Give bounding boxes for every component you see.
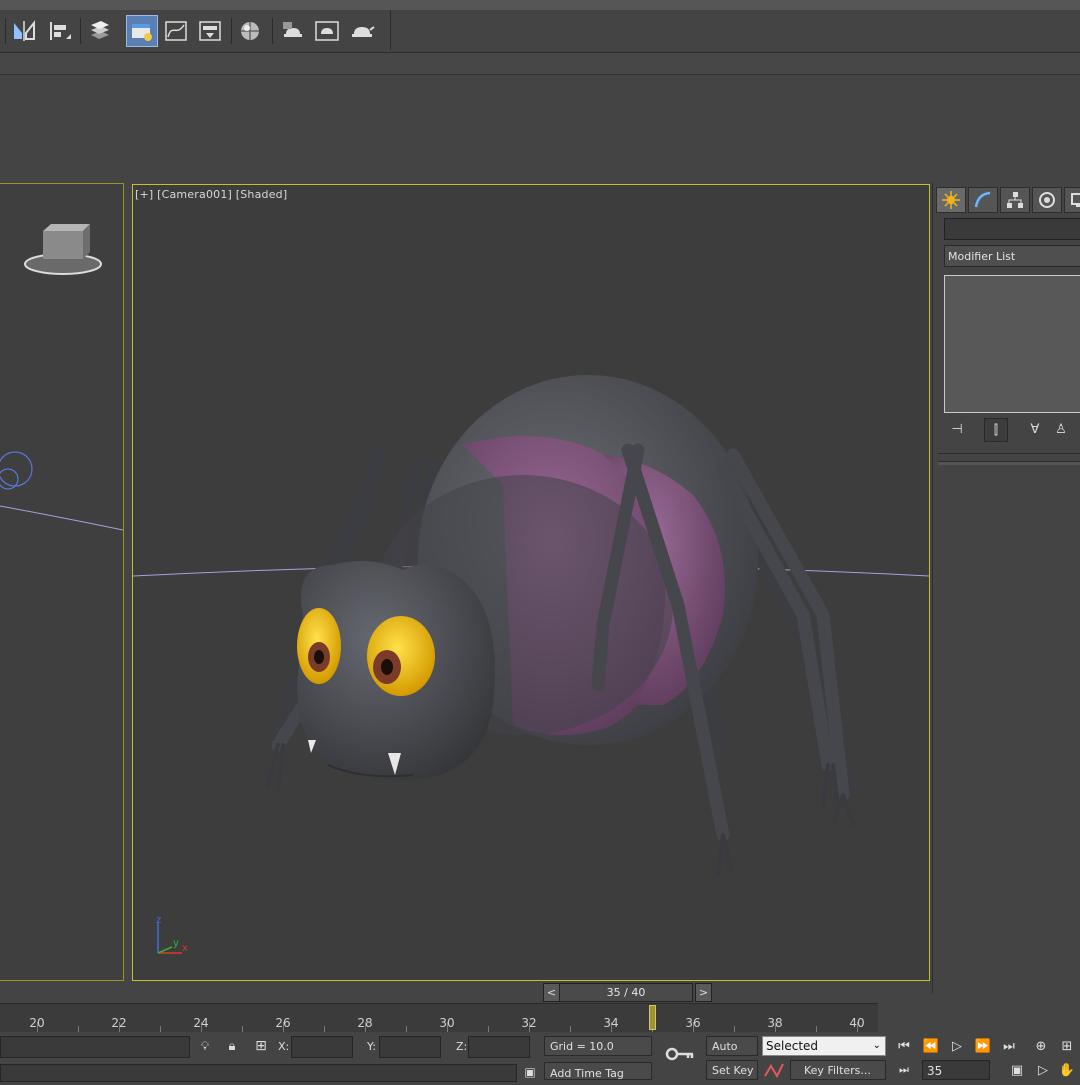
- set-key-button[interactable]: Set Key: [706, 1060, 758, 1080]
- absolute-mode-icon[interactable]: ⊞: [252, 1036, 270, 1056]
- key-mode-dropdown[interactable]: Selected ⌄: [762, 1036, 886, 1056]
- left-viewport-canvas: [0, 224, 123, 531]
- field-of-view-icon[interactable]: ▷: [1032, 1060, 1054, 1080]
- previous-frame-icon[interactable]: ⏪: [920, 1036, 942, 1056]
- axis-z-label: z: [156, 915, 162, 926]
- chevron-down-icon: ⌄: [872, 1040, 881, 1051]
- make-unique-icon[interactable]: ∀: [1024, 418, 1046, 440]
- axis-x-label: x: [182, 943, 188, 954]
- scene-explorer-icon[interactable]: [126, 15, 158, 47]
- prompt-line: [0, 1064, 517, 1082]
- panel-divider: [938, 453, 1080, 454]
- add-time-tag-button[interactable]: Add Time Tag: [544, 1062, 652, 1080]
- z-coord-label: Z:: [456, 1040, 468, 1053]
- pin-stack-icon[interactable]: ⊣: [946, 418, 968, 440]
- motion-icon[interactable]: [1032, 187, 1062, 213]
- toolbar-group: [0, 10, 391, 50]
- modifier-list-dropdown[interactable]: Modifier List: [944, 245, 1080, 267]
- auto-key-button[interactable]: Auto Key: [706, 1036, 758, 1073]
- ribbon-panel: [0, 75, 1080, 181]
- display-icon[interactable]: [1064, 187, 1080, 213]
- track-bar[interactable]: 20 22 24 26 28 30 32 34 36 38 40: [0, 1003, 878, 1033]
- zoom-region-icon[interactable]: ⊕: [1030, 1036, 1052, 1056]
- x-coord-field[interactable]: [291, 1036, 353, 1058]
- track-label: 26: [275, 1016, 291, 1030]
- material-editor-icon[interactable]: [236, 16, 266, 46]
- go-to-end-icon[interactable]: ⏭: [998, 1036, 1020, 1056]
- key-filters-button[interactable]: Key Filters...: [790, 1060, 886, 1080]
- selection-lock-icon[interactable]: 🔒︎: [223, 1036, 241, 1056]
- left-viewport[interactable]: [0, 183, 124, 981]
- key-mode-toggle-icon[interactable]: ⏭: [893, 1060, 915, 1080]
- render-frame-icon[interactable]: [312, 16, 342, 46]
- track-label: 38: [767, 1016, 783, 1030]
- render-setup-icon[interactable]: [278, 16, 308, 46]
- time-slider-next-button[interactable]: >: [695, 983, 712, 1002]
- layers-icon[interactable]: [85, 16, 115, 46]
- spider-render: [133, 375, 929, 954]
- track-label: 32: [521, 1016, 537, 1030]
- track-label: 24: [193, 1016, 209, 1030]
- track-label: 20: [29, 1016, 45, 1030]
- align-icon[interactable]: [45, 16, 75, 46]
- track-label: 30: [439, 1016, 455, 1030]
- track-label: 22: [111, 1016, 127, 1030]
- z-coord-field[interactable]: [468, 1036, 530, 1058]
- mirror-icon[interactable]: [9, 16, 39, 46]
- axis-y-label: y: [173, 938, 179, 949]
- create-icon[interactable]: [936, 187, 966, 213]
- track-label: 28: [357, 1016, 373, 1030]
- key-mode-value: Selected: [766, 1039, 819, 1053]
- show-end-result-icon[interactable]: ⫿: [984, 418, 1008, 442]
- next-frame-icon[interactable]: ⏩: [972, 1036, 994, 1056]
- time-tag-icon[interactable]: ▣: [522, 1064, 538, 1080]
- render-icon[interactable]: [347, 16, 377, 46]
- time-slider-prev-button[interactable]: <: [543, 983, 560, 1002]
- curve-editor-icon[interactable]: [161, 16, 191, 46]
- hierarchy-icon[interactable]: [1000, 187, 1030, 213]
- title-strip: [0, 0, 1080, 10]
- track-label: 34: [603, 1016, 619, 1030]
- object-name-field[interactable]: [944, 218, 1080, 240]
- maximize-viewport-icon[interactable]: ⊞: [1056, 1036, 1078, 1056]
- modify-icon[interactable]: [968, 187, 998, 213]
- modifier-stack[interactable]: [944, 275, 1080, 413]
- x-coord-label: X:: [278, 1040, 290, 1053]
- key-tangent-icon[interactable]: [762, 1060, 786, 1080]
- go-to-start-icon[interactable]: ⏮: [893, 1036, 915, 1056]
- remove-modifier-icon[interactable]: ♙: [1050, 418, 1072, 440]
- ribbon-tabs: [0, 53, 1080, 75]
- key-icon[interactable]: [664, 1044, 696, 1064]
- time-config-icon[interactable]: ▣: [1006, 1060, 1028, 1080]
- time-slider[interactable]: < 35 / 40 >: [543, 983, 712, 1002]
- track-label: 36: [685, 1016, 701, 1030]
- schematic-view-icon[interactable]: [195, 16, 225, 46]
- camera-viewport[interactable]: [+] [Camera001] [Shaded] z y x: [132, 184, 930, 981]
- play-icon[interactable]: ▷: [946, 1036, 968, 1056]
- pan-view-icon[interactable]: ✋: [1056, 1060, 1078, 1080]
- grid-setting: Grid = 10.0: [544, 1036, 652, 1056]
- current-frame-field[interactable]: 35: [922, 1060, 990, 1080]
- isolate-selection-icon[interactable]: 💡︎: [196, 1036, 214, 1056]
- current-frame-marker[interactable]: [649, 1005, 656, 1030]
- time-slider-label[interactable]: 35 / 40: [559, 983, 693, 1002]
- y-coord-field[interactable]: [379, 1036, 441, 1058]
- panel-rollout-bar: [938, 461, 1080, 465]
- track-label: 40: [849, 1016, 865, 1030]
- maxscript-listener-field[interactable]: [0, 1036, 190, 1058]
- y-coord-label: Y:: [367, 1040, 376, 1053]
